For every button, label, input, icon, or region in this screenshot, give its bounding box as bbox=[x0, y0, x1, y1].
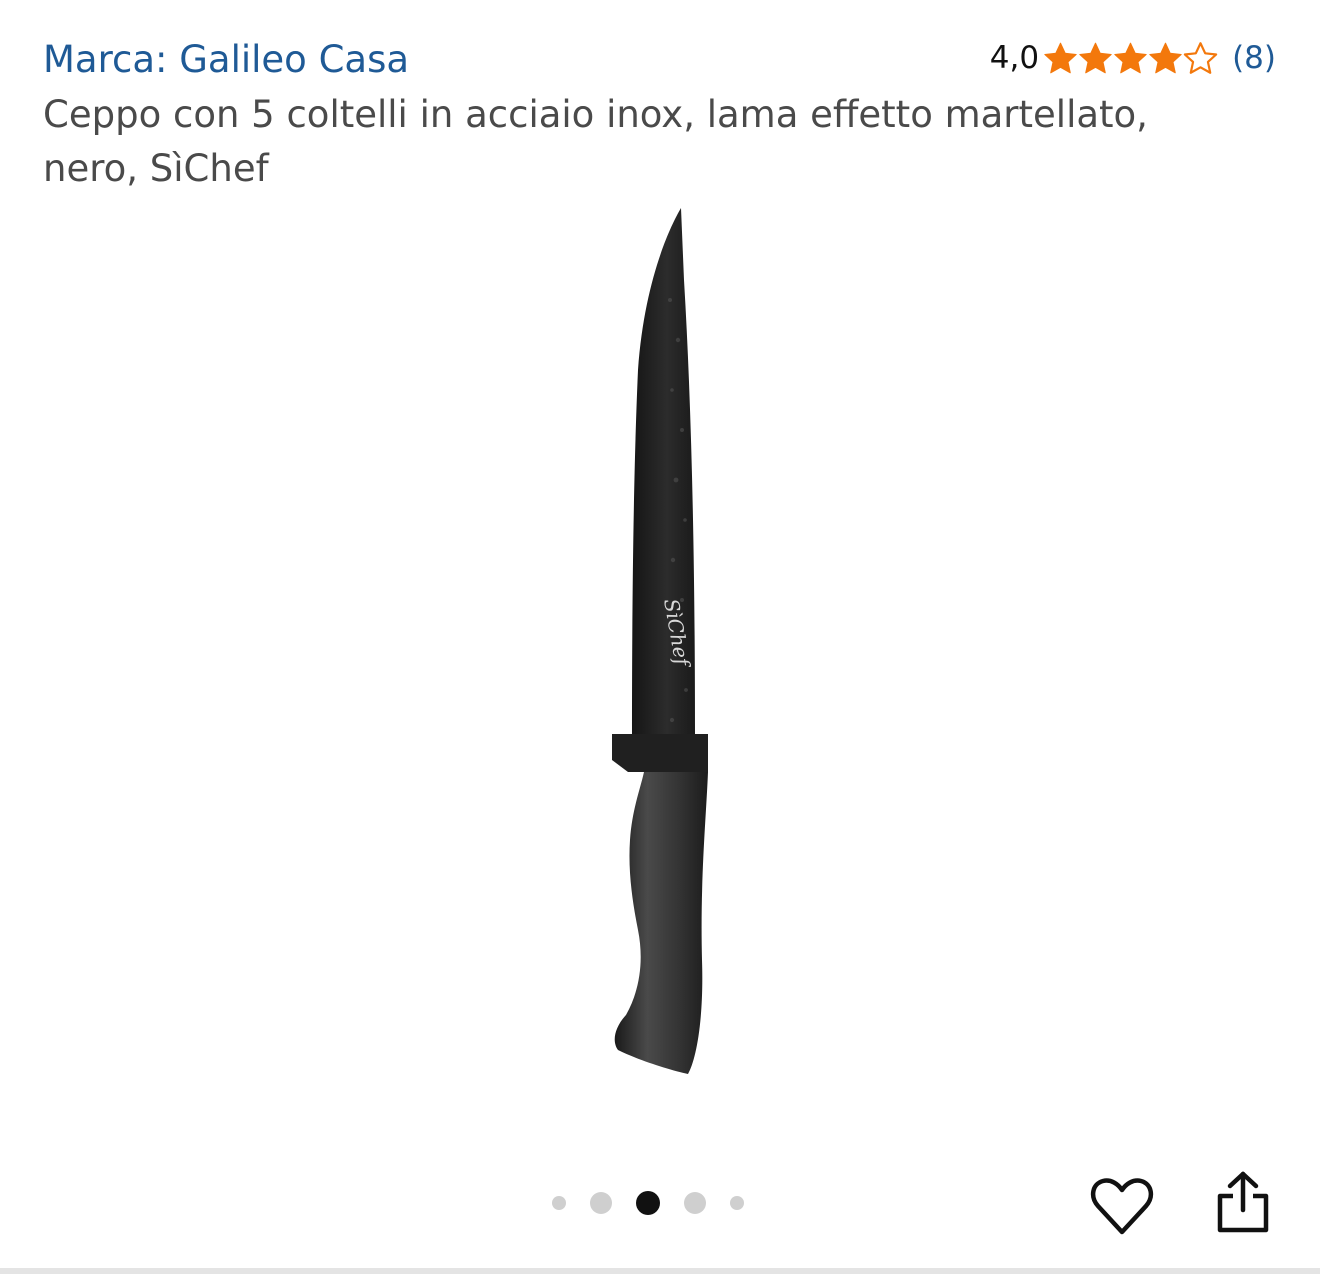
divider bbox=[0, 1268, 1320, 1274]
star-empty-icon bbox=[1183, 42, 1218, 74]
share-upload-icon bbox=[1217, 1171, 1269, 1233]
share-button[interactable] bbox=[1215, 1170, 1271, 1234]
heart-outline-icon bbox=[1090, 1178, 1154, 1235]
wishlist-button[interactable] bbox=[1090, 1175, 1154, 1239]
star-filled-icon bbox=[1114, 42, 1147, 74]
star-filled-icon bbox=[1149, 42, 1182, 74]
image-carousel-indicator[interactable] bbox=[552, 1186, 744, 1220]
product-title: Ceppo con 5 coltelli in acciaio inox, la… bbox=[43, 93, 1148, 190]
rating-summary[interactable]: 4,0 (8) bbox=[990, 38, 1276, 78]
carousel-dot[interactable] bbox=[684, 1192, 706, 1214]
product-image[interactable]: SìChef bbox=[560, 200, 760, 1090]
review-count-link[interactable]: (8) bbox=[1232, 40, 1276, 76]
carousel-dot-active[interactable] bbox=[636, 1191, 660, 1215]
star-filled-icon bbox=[1044, 42, 1077, 74]
star-rating bbox=[1043, 41, 1218, 75]
knife-bolster bbox=[612, 734, 708, 772]
brand-link[interactable]: Marca: Galileo Casa bbox=[43, 38, 409, 82]
carousel-dot[interactable] bbox=[552, 1196, 566, 1210]
star-filled-icon bbox=[1079, 42, 1112, 74]
rating-value: 4,0 bbox=[989, 40, 1040, 76]
carousel-dot[interactable] bbox=[730, 1196, 744, 1210]
knife-handle bbox=[614, 772, 708, 1074]
carousel-dot[interactable] bbox=[590, 1192, 612, 1214]
